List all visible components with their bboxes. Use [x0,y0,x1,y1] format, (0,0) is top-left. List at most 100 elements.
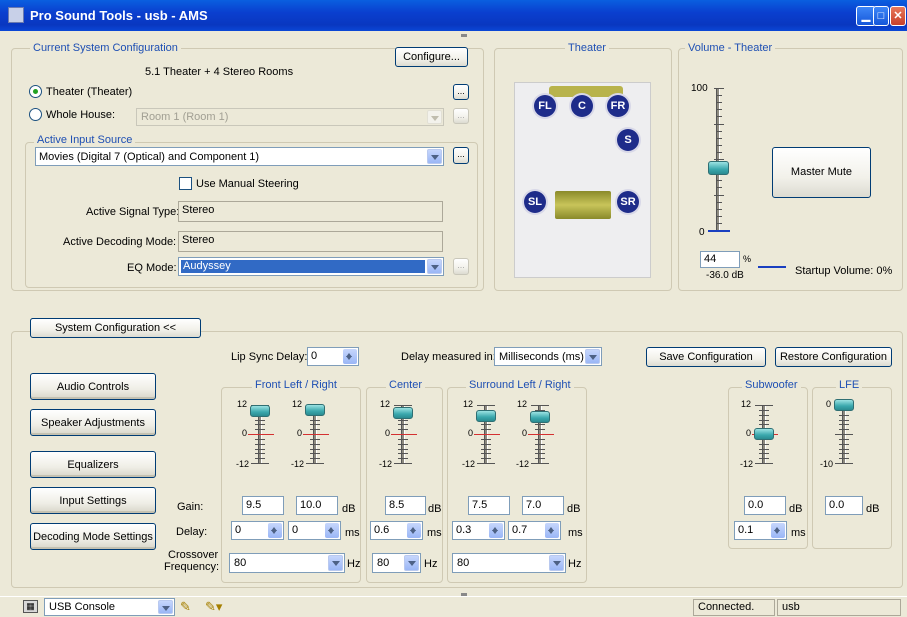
spinner-icon[interactable] [268,523,282,538]
close-button[interactable]: ✕ [890,6,906,26]
scale-mid-label: 0 [521,428,527,438]
speaker-sl[interactable]: SL [524,191,546,213]
slider-tick [839,415,849,416]
slider-tick [835,463,853,464]
wand-dropdown-icon[interactable]: ✎▾ [205,599,227,615]
slider-thumb-c[interactable] [393,407,413,419]
theater-radio[interactable] [29,85,42,98]
system-config-toggle-front[interactable]: System Configuration << [30,318,201,338]
equalizers-button[interactable]: Equalizers [30,451,156,478]
volume-tick [716,131,722,132]
maximize-button[interactable]: □ [873,6,889,26]
delay-front-unit: ms [345,527,360,539]
console-select[interactable]: USB Console [44,598,175,616]
manual-steering-checkbox[interactable] [179,177,192,190]
input-source-select[interactable]: Movies (Digital 7 (Optical) and Componen… [35,147,444,166]
scale-top-label: 12 [462,399,473,409]
gain-fl-field[interactable]: 9.5 [242,496,284,515]
slider-thumb-sub[interactable] [754,428,774,440]
volume-ticks [706,88,732,231]
console-icon[interactable]: ▦ [23,600,38,613]
slider-tick [394,463,412,464]
gain-lfe-field[interactable]: 0.0 [825,496,863,515]
volume-tick [716,152,722,153]
slider-tick [755,463,773,464]
scale-bot-label: -12 [235,459,249,469]
input-more-button[interactable]: ... [453,147,469,164]
crossover-center-unit: Hz [424,558,438,570]
window-title: Pro Sound Tools - usb - AMS [30,8,208,23]
volume-slider-thumb[interactable] [708,161,729,175]
delay-c-input[interactable]: 0.6 [370,521,423,540]
volume-tick [716,145,722,146]
slider-tick [481,453,491,454]
pencil-icon[interactable]: ✎ [180,599,198,615]
input-source-legend: Active Input Source [34,134,136,146]
restore-config-button[interactable]: Restore Configuration [775,347,892,367]
splitter-grip[interactable] [461,34,467,37]
eq-mode-value: Audyssey [181,260,425,273]
slider-thumb-sr[interactable] [530,411,550,423]
speaker-sr[interactable]: SR [617,191,639,213]
input-settings-button[interactable]: Input Settings [30,487,156,514]
spinner-icon[interactable] [545,523,559,538]
crossover-front-select[interactable]: 80 [229,553,345,573]
gain-sub-field[interactable]: 0.0 [744,496,786,515]
gain-fr-field[interactable]: 10.0 [296,496,338,515]
eq-more-button[interactable]: ... [453,258,469,275]
slider-tick [310,453,320,454]
audio-controls-button[interactable]: Audio Controls [30,373,156,400]
slider-tick [481,439,491,440]
slider-thumb-lfe[interactable] [834,399,854,411]
speaker-s[interactable]: S [617,129,639,151]
master-mute-button[interactable]: Master Mute [772,147,871,198]
slider-thumb-fl[interactable] [250,405,270,417]
spinner-icon[interactable] [407,523,421,538]
speaker-adjustments-button[interactable]: Speaker Adjustments [30,409,156,436]
delay-fr-input[interactable]: 0 [288,521,341,540]
slider-tick [535,424,545,425]
spinner-icon[interactable] [489,523,503,538]
slider-thumb-fr[interactable] [305,404,325,416]
room-more-button[interactable]: ... [453,108,469,124]
delay-fl-input[interactable]: 0 [231,521,284,540]
spinner-icon[interactable] [771,523,785,538]
speaker-fl[interactable]: FL [534,95,556,117]
configure-button[interactable]: Configure... [395,47,468,67]
eq-mode-select[interactable]: Audyssey [178,257,444,276]
room-select[interactable]: Room 1 (Room 1) [136,108,444,126]
lip-sync-input[interactable]: 0 [307,347,359,366]
delay-sub-input[interactable]: 0.1 [734,521,787,540]
wholehouse-radio[interactable] [29,108,42,121]
save-config-button[interactable]: Save Configuration [646,347,766,367]
delay-unit-select[interactable]: Milliseconds (ms) [494,347,602,366]
slider-thumb-sl[interactable] [476,410,496,422]
wholehouse-radio-label[interactable]: Whole House: [46,109,115,121]
gain-c-field[interactable]: 8.5 [385,496,426,515]
slider-tick [310,458,320,459]
speaker-fr[interactable]: FR [607,95,629,117]
slider-tick [310,444,320,445]
volume-tick [714,88,724,89]
theater-radio-label[interactable]: Theater (Theater) [46,86,132,98]
volume-value-field[interactable]: 44 [700,251,740,268]
crossover-surround-select[interactable]: 80 [452,553,566,573]
speaker-adjustments-label: Speaker Adjustments [41,417,145,429]
crossover-center-select[interactable]: 80 [372,553,421,573]
delay-unit-label: Delay measured in: [401,351,496,363]
theater-more-button[interactable]: ... [453,84,469,100]
delay-sr-input[interactable]: 0.7 [508,521,561,540]
gain-sl-field[interactable]: 7.5 [468,496,510,515]
spinner-icon[interactable] [343,349,357,364]
slider-tick [310,424,320,425]
manual-steering-label[interactable]: Use Manual Steering [196,178,299,190]
speaker-c[interactable]: C [571,95,593,117]
decoding-mode-button[interactable]: Decoding Mode Settings [30,523,156,550]
slider-tick [535,458,545,459]
volume-tick [716,180,722,181]
chevron-down-icon [427,149,442,164]
delay-sl-input[interactable]: 0.3 [452,521,505,540]
spinner-icon[interactable] [325,523,339,538]
slider-tick [255,439,265,440]
gain-sr-field[interactable]: 7.0 [522,496,564,515]
